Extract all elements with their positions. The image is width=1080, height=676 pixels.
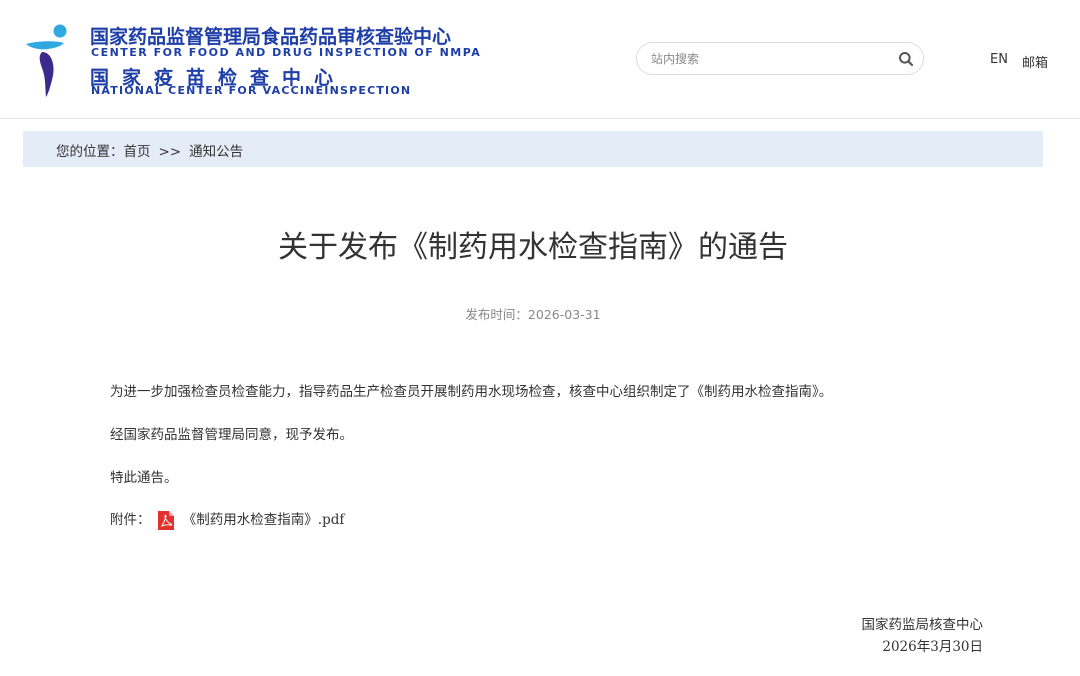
breadcrumb-notices-link[interactable]: 通知公告 xyxy=(189,144,243,160)
signature-org: 国家药监局核查中心 xyxy=(861,617,984,633)
signature: 国家药监局核查中心 2026年3月30日 xyxy=(862,614,984,658)
pdf-file-icon[interactable] xyxy=(157,510,175,531)
article-paragraph: 经国家药品监督管理局同意，现予发布。 xyxy=(110,427,353,443)
org-name-en: CENTER FOR FOOD AND DRUG INSPECTION OF N… xyxy=(91,46,482,59)
signature-date: 2026年3月30日 xyxy=(882,639,983,655)
org-name-cn: 国家药品监督管理局食品药品审核查验中心 xyxy=(90,26,452,48)
mailbox-link[interactable]: 邮箱 xyxy=(1022,52,1048,71)
breadcrumb-home-link[interactable]: 首页 xyxy=(124,144,151,160)
search-box xyxy=(636,42,924,75)
search-icon[interactable] xyxy=(898,51,914,67)
breadcrumb-prefix: 您的位置： xyxy=(56,144,124,160)
article-paragraph: 特此通告。 xyxy=(110,470,178,486)
article-paragraph: 为进一步加强检查员检查能力，指导药品生产检查员开展制药用水现场检查，核查中心组织… xyxy=(110,384,833,400)
attachment-link[interactable]: 《制药用水检查指南》.pdf xyxy=(183,512,345,528)
search-input[interactable] xyxy=(651,49,881,68)
attachment-label: 附件： xyxy=(110,512,151,528)
breadcrumb-separator: >> xyxy=(158,144,182,160)
attachment-row: 附件： 《制药用水检查指南》.pdf xyxy=(110,508,344,531)
vaccine-center-en: NATIONAL CENTER FOR VACCINEINSPECTION xyxy=(91,84,412,97)
site-header: 国家药品监督管理局食品药品审核查验中心 CENTER FOR FOOD AND … xyxy=(0,0,1080,119)
breadcrumb: 您的位置：首页 >> 通知公告 xyxy=(23,131,1043,167)
article-title: 关于发布《制药用水检查指南》的通告 xyxy=(278,230,788,265)
nmpa-logo-icon[interactable] xyxy=(24,22,72,98)
english-link[interactable]: EN xyxy=(990,52,1008,67)
publish-time: 发布时间：2026-03-31 xyxy=(465,307,601,322)
